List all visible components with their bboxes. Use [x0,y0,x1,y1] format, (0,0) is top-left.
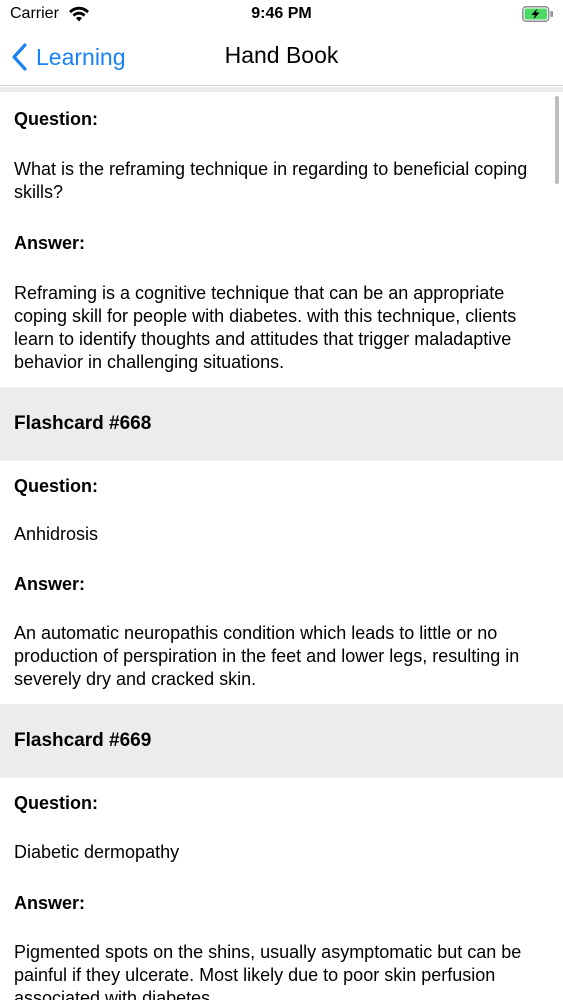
flashcard-body: Question: What is the reframing techniqu… [0,107,563,374]
answer-label: Answer: [14,574,86,594]
answer-text: Reframing is a cognitive technique that … [14,283,517,372]
flashcard-body: Question: Anhidrosis Answer: An automati… [0,474,563,691]
battery-charging-icon [522,6,553,22]
flashcard-header: Flashcard #668 [0,387,563,461]
question-text: Diabetic dermopathy [14,842,180,862]
navigation-bar: Learning Hand Book [0,30,563,86]
flashcard-header: Flashcard #669 [0,704,563,778]
flashcard-title: Flashcard #669 [14,730,152,751]
question-label: Question: [14,793,98,813]
flashcard-title: Flashcard #668 [14,413,152,434]
answer-text: An automatic neuropathis condition which… [14,623,520,689]
answer-text: Pigmented spots on the shins, usually as… [14,942,522,1000]
question-text: What is the reframing technique in regar… [14,159,528,202]
flashcard-body: Question: Diabetic dermopathy Answer: Pi… [0,791,563,1000]
question-label: Question: [14,109,98,129]
answer-label: Answer: [14,233,86,253]
status-bar: Carrier 9:46 PM [0,0,563,30]
question-text: Anhidrosis [14,524,99,544]
flashcard-list[interactable]: Question: What is the reframing techniqu… [0,92,563,1000]
answer-label: Answer: [14,893,86,913]
scrollbar[interactable] [555,96,559,184]
page-title: Hand Book [224,42,339,68]
question-label: Question: [14,476,98,496]
status-time: 9:46 PM [251,5,312,22]
